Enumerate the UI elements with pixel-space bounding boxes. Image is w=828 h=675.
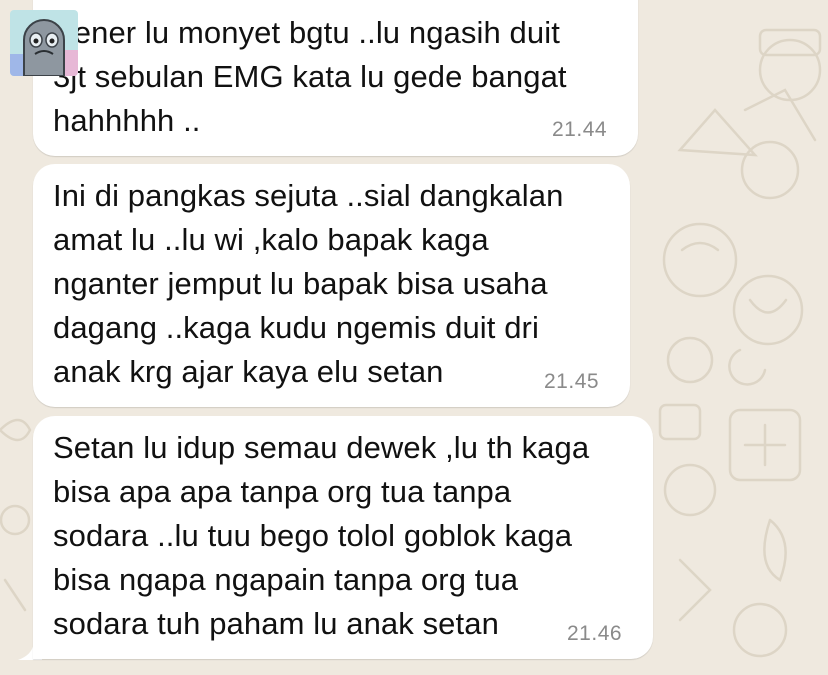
message-bubble[interactable]: Ini di pangkas sejuta ..sial dangkalan a… (33, 164, 630, 407)
message-timestamp: 21.46 (567, 622, 623, 645)
ghost-sticker-avatar-icon (10, 10, 78, 76)
message-bubble[interactable]: Setan lu idup semau dewek ,lu th kaga bi… (33, 416, 653, 659)
message-text: Setan lu idup semau dewek ,lu th kaga bi… (53, 430, 590, 641)
message-text: Bener lu monyet bgtu ..lu ngasih duit 3j… (53, 15, 567, 138)
message-text: Ini di pangkas sejuta ..sial dangkalan a… (53, 178, 564, 389)
message-bubble[interactable]: Bener lu monyet bgtu ..lu ngasih duit 3j… (33, 0, 638, 156)
message-timestamp: 21.45 (544, 370, 600, 393)
message-timestamp: 21.44 (552, 118, 608, 141)
sender-avatar[interactable] (10, 10, 78, 76)
